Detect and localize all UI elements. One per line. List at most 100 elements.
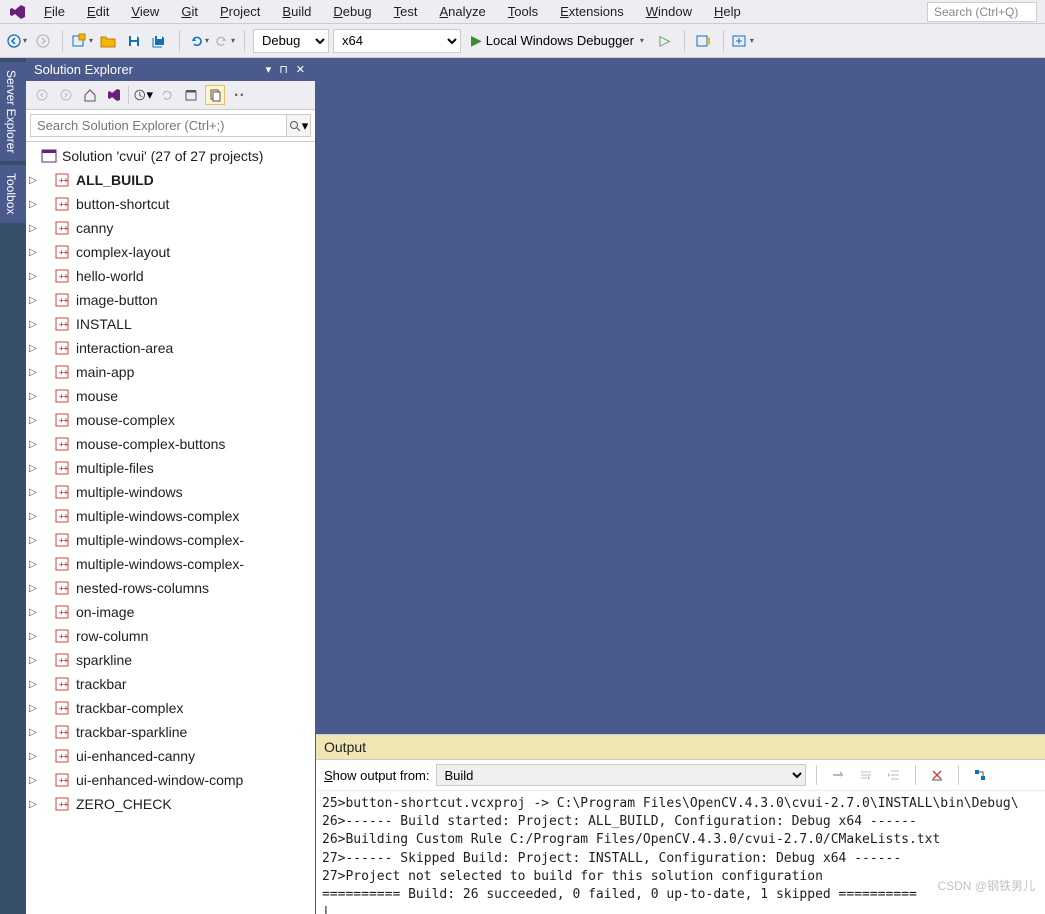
project-node[interactable]: ▷++canny: [26, 216, 315, 240]
expander-icon[interactable]: ▷: [26, 415, 40, 426]
menu-git[interactable]: Git: [177, 2, 202, 21]
project-node[interactable]: ▷++ALL_BUILD: [26, 168, 315, 192]
project-node[interactable]: ▷++ui-enhanced-window-comp: [26, 768, 315, 792]
solution-node[interactable]: Solution 'cvui' (27 of 27 projects): [26, 144, 315, 168]
expander-icon[interactable]: ▷: [26, 487, 40, 498]
properties-icon[interactable]: • •: [229, 85, 249, 105]
expander-icon[interactable]: ▷: [26, 175, 40, 186]
menu-test[interactable]: Test: [390, 2, 422, 21]
nav-back-icon[interactable]: ▾: [6, 30, 28, 52]
open-file-icon[interactable]: [97, 30, 119, 52]
close-icon[interactable]: ✕: [294, 63, 307, 76]
project-node[interactable]: ▷++ZERO_CHECK: [26, 792, 315, 816]
expander-icon[interactable]: ▷: [26, 343, 40, 354]
output-clearall-icon[interactable]: [926, 764, 948, 786]
quick-search[interactable]: Search (Ctrl+Q): [927, 2, 1037, 22]
start-without-debug-icon[interactable]: ▷: [654, 30, 676, 52]
expander-icon[interactable]: ▷: [26, 391, 40, 402]
project-node[interactable]: ▷++mouse-complex-buttons: [26, 432, 315, 456]
menu-build[interactable]: Build: [278, 2, 315, 21]
project-node[interactable]: ▷++hello-world: [26, 264, 315, 288]
save-icon[interactable]: [123, 30, 145, 52]
menu-view[interactable]: View: [127, 2, 163, 21]
expander-icon[interactable]: ▷: [26, 535, 40, 546]
panel-dropdown-icon[interactable]: ▾: [264, 63, 274, 76]
solution-search-input[interactable]: [30, 114, 287, 137]
expander-icon[interactable]: ▷: [26, 583, 40, 594]
menu-debug[interactable]: Debug: [329, 2, 375, 21]
tool-icon-1[interactable]: [693, 30, 715, 52]
new-project-icon[interactable]: ▾: [71, 30, 93, 52]
menu-project[interactable]: Project: [216, 2, 264, 21]
output-toggle-icon[interactable]: [969, 764, 991, 786]
expander-icon[interactable]: ▷: [26, 223, 40, 234]
tool-icon-2[interactable]: ▾: [732, 30, 754, 52]
pin-icon[interactable]: ⊓: [277, 63, 290, 76]
output-clear-icon[interactable]: [827, 764, 849, 786]
expander-icon[interactable]: ▷: [26, 271, 40, 282]
expander-icon[interactable]: ▷: [26, 727, 40, 738]
expander-icon[interactable]: ▷: [26, 319, 40, 330]
search-icon[interactable]: ▾: [287, 114, 311, 137]
output-wrap-icon[interactable]: [855, 764, 877, 786]
project-node[interactable]: ▷++interaction-area: [26, 336, 315, 360]
start-debugging-button[interactable]: ▶ Local Windows Debugger ▾: [465, 30, 650, 51]
expander-icon[interactable]: ▷: [26, 247, 40, 258]
expander-icon[interactable]: ▷: [26, 631, 40, 642]
project-node[interactable]: ▷++multiple-windows: [26, 480, 315, 504]
menu-tools[interactable]: Tools: [504, 2, 542, 21]
project-node[interactable]: ▷++main-app: [26, 360, 315, 384]
project-node[interactable]: ▷++multiple-windows-complex-: [26, 552, 315, 576]
menu-edit[interactable]: Edit: [83, 2, 113, 21]
redo-icon[interactable]: ▾: [214, 30, 236, 52]
config-select[interactable]: Debug: [253, 29, 329, 53]
project-node[interactable]: ▷++trackbar-complex: [26, 696, 315, 720]
expander-icon[interactable]: ▷: [26, 199, 40, 210]
expander-icon[interactable]: ▷: [26, 295, 40, 306]
project-node[interactable]: ▷++complex-layout: [26, 240, 315, 264]
project-node[interactable]: ▷++trackbar-sparkline: [26, 720, 315, 744]
menu-file[interactable]: File: [40, 2, 69, 21]
menu-analyze[interactable]: Analyze: [436, 2, 490, 21]
expander-icon[interactable]: ▷: [26, 751, 40, 762]
nav-forward-icon[interactable]: [32, 30, 54, 52]
project-node[interactable]: ▷++button-shortcut: [26, 192, 315, 216]
expander-icon[interactable]: ▷: [26, 607, 40, 618]
project-node[interactable]: ▷++sparkline: [26, 648, 315, 672]
project-node[interactable]: ▷++trackbar: [26, 672, 315, 696]
tab-server-explorer[interactable]: Server Explorer: [0, 62, 26, 161]
undo-icon[interactable]: ▾: [188, 30, 210, 52]
expander-icon[interactable]: ▷: [26, 775, 40, 786]
switch-views-icon[interactable]: [104, 85, 124, 105]
refresh-icon[interactable]: [157, 85, 177, 105]
project-node[interactable]: ▷++mouse: [26, 384, 315, 408]
project-node[interactable]: ▷++on-image: [26, 600, 315, 624]
show-all-files-icon[interactable]: [205, 85, 225, 105]
output-indent-icon[interactable]: [883, 764, 905, 786]
project-node[interactable]: ▷++nested-rows-columns: [26, 576, 315, 600]
expander-icon[interactable]: ▷: [26, 367, 40, 378]
expander-icon[interactable]: ▷: [26, 703, 40, 714]
project-node[interactable]: ▷++row-column: [26, 624, 315, 648]
project-node[interactable]: ▷++multiple-files: [26, 456, 315, 480]
expander-icon[interactable]: ▷: [26, 799, 40, 810]
project-node[interactable]: ▷++INSTALL: [26, 312, 315, 336]
expander-icon[interactable]: ▷: [26, 679, 40, 690]
menu-extensions[interactable]: Extensions: [556, 2, 628, 21]
expander-icon[interactable]: ▷: [26, 559, 40, 570]
nav-fwd2-icon[interactable]: [56, 85, 76, 105]
project-node[interactable]: ▷++mouse-complex: [26, 408, 315, 432]
home-icon[interactable]: [80, 85, 100, 105]
output-text[interactable]: 25>button-shortcut.vcxproj -> C:\Program…: [316, 791, 1045, 914]
collapse-all-icon[interactable]: [181, 85, 201, 105]
platform-select[interactable]: x64: [333, 29, 461, 53]
tab-toolbox[interactable]: Toolbox: [0, 165, 26, 222]
project-node[interactable]: ▷++ui-enhanced-canny: [26, 744, 315, 768]
nav-back2-icon[interactable]: [32, 85, 52, 105]
menu-help[interactable]: Help: [710, 2, 745, 21]
output-source-select[interactable]: Build: [436, 764, 806, 786]
expander-icon[interactable]: ▷: [26, 511, 40, 522]
expander-icon[interactable]: ▷: [26, 439, 40, 450]
save-all-icon[interactable]: [149, 30, 171, 52]
menu-window[interactable]: Window: [642, 2, 696, 21]
